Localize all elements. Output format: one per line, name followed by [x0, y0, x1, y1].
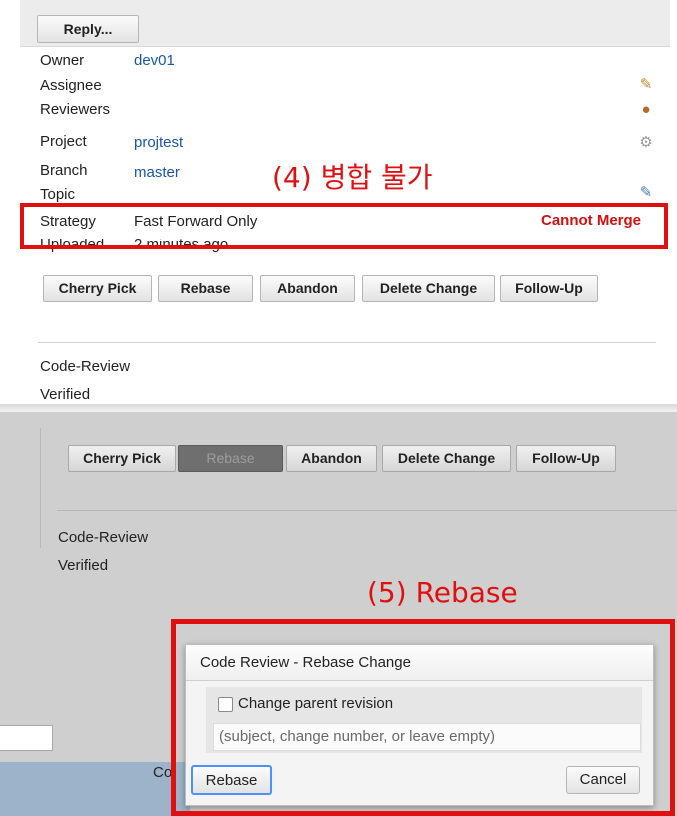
annotation-cannot-merge: (4) 병합 불가 — [272, 161, 433, 194]
topic-label: Topic — [40, 186, 76, 203]
rebase-button-pressed[interactable]: Rebase — [178, 445, 283, 472]
verified-label-dimmed: Verified — [58, 557, 109, 574]
cherry-pick-button[interactable]: Cherry Pick — [43, 275, 152, 302]
project-link[interactable]: projtest — [134, 134, 183, 151]
abandon-button-dimmed[interactable]: Abandon — [286, 445, 377, 472]
owner-link[interactable]: dev01 — [134, 52, 175, 69]
code-review-label-dimmed: Code-Review — [58, 529, 149, 546]
branch-link[interactable]: master — [134, 164, 180, 181]
highlight-box-dialog — [171, 619, 675, 816]
follow-up-button[interactable]: Follow-Up — [500, 275, 598, 302]
reply-button[interactable]: Reply... — [37, 15, 139, 43]
project-label: Project — [40, 133, 87, 150]
change-info-panel: Reply... Owner dev01 Assignee Reviewers … — [0, 0, 677, 408]
edit-person-icon[interactable]: ✎ — [637, 76, 655, 94]
cherry-pick-button-dimmed[interactable]: Cherry Pick — [68, 445, 176, 472]
delete-change-button[interactable]: Delete Change — [362, 275, 495, 302]
assignee-label: Assignee — [40, 77, 102, 94]
rebase-button[interactable]: Rebase — [158, 275, 253, 302]
divider — [57, 510, 677, 511]
abandon-button[interactable]: Abandon — [260, 275, 355, 302]
divider — [40, 428, 41, 548]
code-review-label: Code-Review — [40, 358, 131, 375]
annotation-rebase: (5) Rebase — [367, 576, 518, 609]
reviewers-label: Reviewers — [40, 101, 111, 118]
background-text: Co — [153, 764, 173, 781]
background-input — [0, 725, 53, 751]
verified-label: Verified — [40, 386, 91, 403]
panel-shadow — [0, 404, 677, 412]
owner-label: Owner — [40, 52, 85, 69]
highlight-box-strategy — [20, 203, 668, 249]
gear-icon[interactable]: ⚙ — [637, 134, 655, 152]
edit-topic-icon[interactable]: ✎ — [637, 184, 655, 202]
follow-up-button-dimmed[interactable]: Follow-Up — [516, 445, 616, 472]
branch-label: Branch — [40, 162, 88, 179]
delete-change-button-dimmed[interactable]: Delete Change — [382, 445, 511, 472]
reviewers-icon[interactable]: ● — [637, 101, 655, 119]
divider — [38, 342, 656, 343]
